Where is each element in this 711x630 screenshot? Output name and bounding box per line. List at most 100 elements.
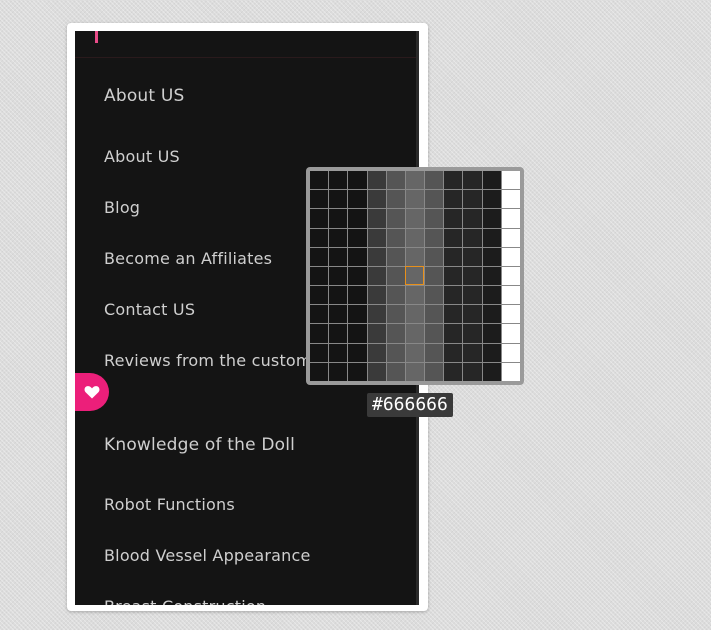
pixel-cell <box>386 305 405 324</box>
pixel-cell <box>329 362 348 381</box>
pixel-cell <box>463 362 482 381</box>
pixel-cell <box>425 362 444 381</box>
divider <box>75 57 419 58</box>
menu-item-breast-construction[interactable]: Breast Construction <box>104 597 266 605</box>
pixel-cell <box>348 362 367 381</box>
pixel-cell <box>444 190 463 209</box>
pixel-cell <box>405 171 425 190</box>
pixel-cell <box>463 247 482 266</box>
menu-item-become-affiliates[interactable]: Become an Affiliates <box>104 249 272 268</box>
pixel-cell <box>425 305 444 324</box>
pixel-cell <box>463 171 482 190</box>
pixel-cell <box>348 247 367 266</box>
pixel-cell <box>405 228 425 247</box>
pixel-cell <box>386 286 405 305</box>
pixel-cell <box>501 362 520 381</box>
pixel-cell <box>501 286 520 305</box>
pixel-cell <box>501 343 520 362</box>
active-indicator <box>95 31 98 43</box>
menu-section-knowledge[interactable]: Knowledge of the Doll <box>104 435 295 455</box>
menu-item-contact-us[interactable]: Contact US <box>104 300 195 319</box>
pixel-cell <box>367 209 386 228</box>
pixel-cell <box>367 228 386 247</box>
pixel-cell <box>348 228 367 247</box>
pixel-cell <box>444 266 463 286</box>
pixel-cell <box>329 228 348 247</box>
pixel-cell <box>348 324 367 343</box>
pixel-cell <box>482 343 501 362</box>
pixel-cell <box>329 305 348 324</box>
pixel-cell <box>386 171 405 190</box>
pixel-cell <box>482 228 501 247</box>
pixel-cell <box>348 190 367 209</box>
pixel-cell <box>425 190 444 209</box>
pixel-cell <box>463 305 482 324</box>
pixel-cell <box>310 190 329 209</box>
menu-item-blood-vessel[interactable]: Blood Vessel Appearance <box>104 546 311 565</box>
pixel-cell <box>310 209 329 228</box>
pixel-cell <box>482 324 501 343</box>
pixel-cell <box>425 343 444 362</box>
pixel-cell <box>463 228 482 247</box>
pixel-cell <box>310 247 329 266</box>
pixel-cell <box>463 286 482 305</box>
pixel-grid <box>310 171 520 381</box>
pixel-cell <box>444 305 463 324</box>
pixel-cell <box>482 190 501 209</box>
pixel-cell <box>444 362 463 381</box>
pixel-cell <box>444 209 463 228</box>
pixel-cell <box>501 247 520 266</box>
pixel-cell <box>482 171 501 190</box>
pixel-cell <box>405 305 425 324</box>
pixel-cell <box>348 305 367 324</box>
menu-item-blog[interactable]: Blog <box>104 198 140 217</box>
pixel-cell <box>463 209 482 228</box>
pixel-cell <box>405 324 425 343</box>
menu-item-reviews[interactable]: Reviews from the customers <box>104 351 337 370</box>
pixel-cell <box>405 190 425 209</box>
pixel-cell <box>444 228 463 247</box>
pixel-cell <box>405 209 425 228</box>
pixel-cell <box>425 266 444 286</box>
pixel-cell <box>482 247 501 266</box>
pixel-cell <box>463 190 482 209</box>
pixel-cell <box>329 324 348 343</box>
pixel-cell <box>405 343 425 362</box>
pixel-cell <box>386 266 405 286</box>
pixel-cell <box>310 171 329 190</box>
menu-item-robot-functions[interactable]: Robot Functions <box>104 495 235 514</box>
pixel-cell <box>367 266 386 286</box>
pixel-cell <box>386 343 405 362</box>
pixel-cell <box>310 343 329 362</box>
pixel-cell <box>444 247 463 266</box>
pixel-cell <box>444 343 463 362</box>
pixel-cell <box>310 362 329 381</box>
pixel-cell <box>444 286 463 305</box>
magnifier-cursor <box>405 266 424 285</box>
pixel-cell <box>482 209 501 228</box>
pixel-cell <box>386 190 405 209</box>
pixel-cell <box>310 286 329 305</box>
pixel-cell <box>425 209 444 228</box>
pixel-cell <box>425 286 444 305</box>
menu-item-about-us[interactable]: About US <box>104 147 180 166</box>
pixel-cell <box>329 190 348 209</box>
pixel-cell <box>386 209 405 228</box>
pixel-cell <box>405 286 425 305</box>
hex-color-readout: #666666 <box>367 393 453 417</box>
pixel-cell <box>405 362 425 381</box>
pixel-cell <box>386 247 405 266</box>
pixel-cell <box>501 209 520 228</box>
pixel-cell <box>405 247 425 266</box>
pixel-cell <box>501 305 520 324</box>
pixel-cell <box>425 171 444 190</box>
menu-section-about-us[interactable]: About US <box>104 86 185 106</box>
pixel-cell <box>329 209 348 228</box>
pixel-cell <box>310 266 329 286</box>
pixel-cell <box>482 286 501 305</box>
pixel-cell <box>501 324 520 343</box>
pixel-cell <box>367 247 386 266</box>
pixel-cell <box>329 171 348 190</box>
pixel-cell <box>367 171 386 190</box>
heart-icon <box>84 386 100 399</box>
